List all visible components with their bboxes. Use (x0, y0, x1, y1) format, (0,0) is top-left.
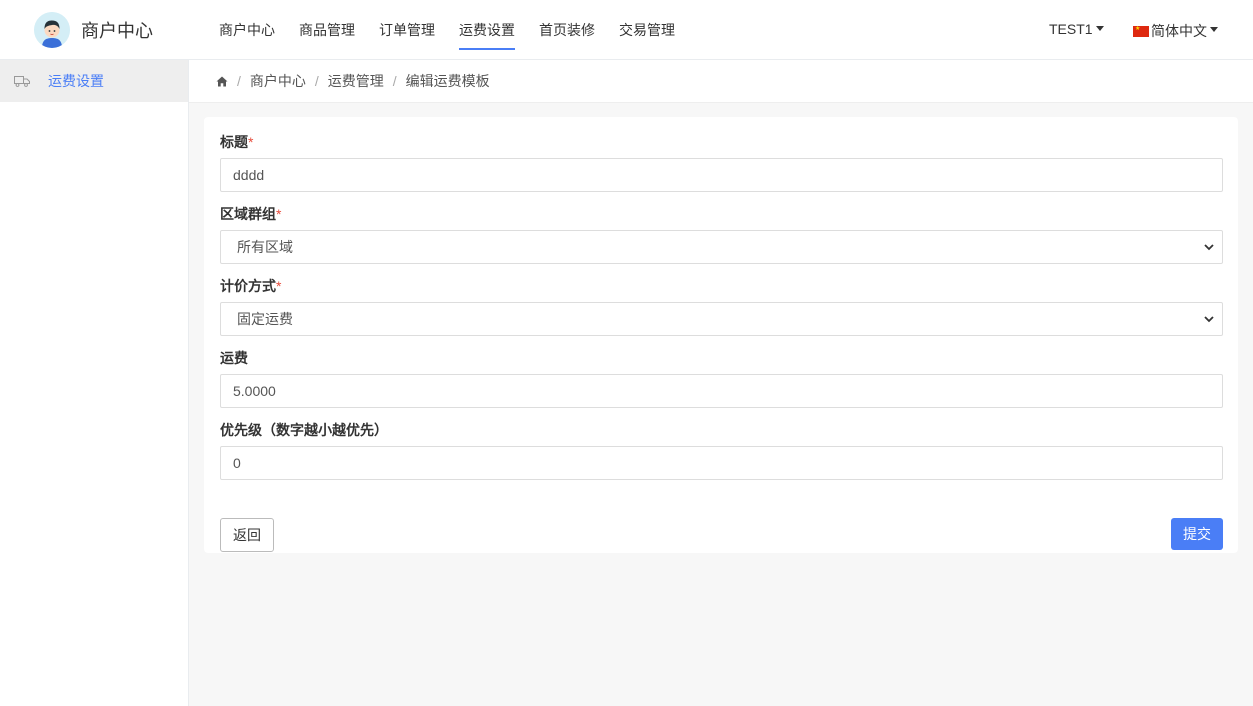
submit-button[interactable]: 提交 (1171, 518, 1223, 550)
priority-group: 优先级（数字越小越优先） 0 (220, 421, 1223, 480)
nav-item-products[interactable]: 商品管理 (299, 0, 355, 60)
region-select[interactable]: 所有区域 (220, 230, 1223, 264)
top-header: 商户中心 商户中心 商品管理 订单管理 运费设置 首页装修 交易管理 TEST1… (0, 0, 1253, 60)
main-content: / 商户中心 / 运费管理 / 编辑运费模板 标题* dddd 区域群组* 所有… (189, 60, 1253, 706)
fee-label: 运费 (220, 350, 248, 366)
home-icon[interactable] (216, 75, 228, 87)
chevron-down-icon (1204, 314, 1214, 324)
title-value: dddd (233, 167, 265, 183)
pricing-label: 计价方式* (220, 278, 282, 294)
pricing-group: 计价方式* 固定运费 (220, 277, 1223, 336)
avatar (34, 12, 70, 48)
sidebar: 运费设置 (0, 60, 189, 706)
fee-input[interactable]: 5.0000 (220, 374, 1223, 408)
title-label: 标题* (220, 134, 254, 150)
breadcrumb-separator: / (314, 73, 319, 89)
region-group: 区域群组* 所有区域 (220, 205, 1223, 264)
nav-item-merchant-center[interactable]: 商户中心 (219, 0, 275, 60)
truck-icon (14, 75, 32, 87)
priority-input[interactable]: 0 (220, 446, 1223, 480)
priority-value: 0 (233, 455, 241, 471)
user-name: TEST1 (1049, 21, 1093, 37)
breadcrumb-item[interactable]: 商户中心 (250, 71, 306, 91)
region-label: 区域群组* (220, 206, 282, 222)
caret-down-icon (1095, 25, 1104, 31)
breadcrumb-item-current: 编辑运费模板 (405, 73, 490, 89)
sidebar-item-shipping[interactable]: 运费设置 (0, 60, 188, 102)
chevron-down-icon (1204, 242, 1214, 252)
fee-value: 5.0000 (233, 383, 276, 399)
required-mark: * (248, 134, 254, 150)
nav-item-shipping[interactable]: 运费设置 (459, 0, 515, 60)
brand[interactable]: 商户中心 (34, 12, 153, 48)
form-actions: 返回 提交 (220, 518, 1223, 552)
back-button[interactable]: 返回 (220, 518, 274, 552)
breadcrumb-separator: / (392, 73, 397, 89)
caret-down-icon (1210, 26, 1218, 32)
user-menu[interactable]: TEST1 (1049, 21, 1104, 37)
pricing-select[interactable]: 固定运费 (220, 302, 1223, 336)
nav-item-transactions[interactable]: 交易管理 (619, 0, 675, 60)
breadcrumb-item[interactable]: 运费管理 (328, 71, 384, 91)
brand-title: 商户中心 (81, 21, 153, 41)
required-mark: * (276, 278, 282, 294)
fee-group: 运费 5.0000 (220, 349, 1223, 408)
main-nav: 商户中心 商品管理 订单管理 运费设置 首页装修 交易管理 (219, 0, 699, 60)
required-mark: * (276, 206, 282, 222)
title-input[interactable]: dddd (220, 158, 1223, 192)
nav-item-homepage-design[interactable]: 首页装修 (539, 0, 595, 60)
language-menu[interactable]: 简体中文 (1133, 21, 1218, 41)
region-value: 所有区域 (237, 239, 293, 255)
form-card: 标题* dddd 区域群组* 所有区域 计价方式* 固定运费 运费 5.0000… (204, 117, 1238, 553)
pricing-value: 固定运费 (237, 311, 293, 327)
language-label: 简体中文 (1151, 23, 1207, 39)
nav-item-orders[interactable]: 订单管理 (379, 0, 435, 60)
sidebar-item-label: 运费设置 (48, 73, 104, 89)
china-flag-icon (1133, 25, 1149, 37)
title-group: 标题* dddd (220, 133, 1223, 192)
breadcrumb: / 商户中心 / 运费管理 / 编辑运费模板 (189, 60, 1253, 103)
priority-label: 优先级（数字越小越优先） (220, 422, 388, 438)
breadcrumb-separator: / (237, 73, 241, 89)
